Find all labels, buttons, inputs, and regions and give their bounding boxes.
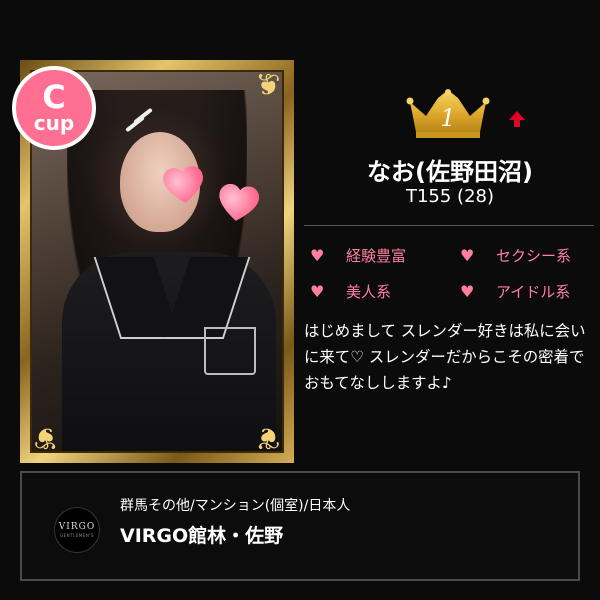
frame-ornament-icon: ❦ [33,420,59,455]
tag-list: ♥ 経験豊富 ♥ セクシー系 ♥ 美人系 ♥ アイドル系 [304,243,594,303]
up-arrow-icon [508,110,526,128]
heart-icon: ♥ [310,281,325,301]
shop-info[interactable]: VIRGO GENTLEMEN'S 群馬その他/マンション(個室)/日本人 VI… [20,471,580,581]
shop-logo[interactable]: VIRGO GENTLEMEN'S [54,507,100,553]
shop-category: 群馬その他/マンション(個室)/日本人 [120,498,351,514]
tag-item: ♥ セクシー系 [454,243,594,267]
heart-icon: ♥ [310,245,325,265]
tag-label: 美人系 [346,282,392,301]
tag-label: アイドル系 [496,282,571,301]
heart-icon: ♥ [460,281,475,301]
cup-badge: C cup [12,66,96,150]
heart-icon: ♥ [460,245,475,265]
tag-label: 経験豊富 [346,246,407,265]
cup-unit: cup [33,111,75,135]
shop-logo-subtext: GENTLEMEN'S [60,533,94,538]
divider [304,225,594,226]
frame-ornament-icon: ❦ [255,420,281,455]
shop-logo-text: VIRGO [58,522,96,532]
tag-item: ♥ 経験豊富 [304,243,454,267]
profile-name[interactable]: なお(佐野田沼) [355,152,545,187]
photo-pocket [204,327,256,375]
cup-letter: C [42,78,66,116]
frame-ornament-icon: ❦ [255,68,281,103]
profile-stats: T155 (28) [405,186,495,207]
rank-number: 1 [440,104,456,132]
profile-description: はじめまして スレンダー好きは私に会いに来て♡ スレンダーだからこその密着でおも… [304,322,586,392]
shop-name[interactable]: VIRGO館林・佐野 [120,521,283,548]
crown-icon: 1 [404,82,492,140]
tag-item: ♥ アイドル系 [454,279,594,303]
tag-item: ♥ 美人系 [304,279,454,303]
tag-label: セクシー系 [496,246,572,265]
